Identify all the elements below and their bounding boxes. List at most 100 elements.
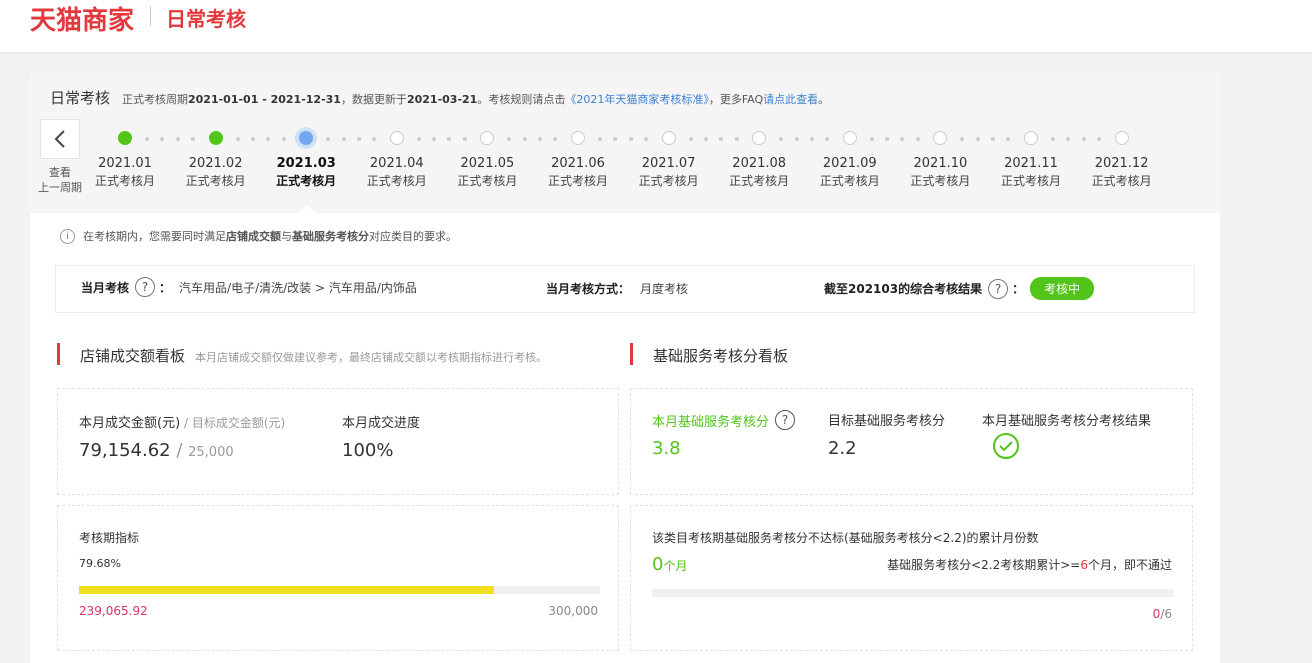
period-text: 。 [818, 93, 830, 106]
connector-dot [960, 137, 965, 141]
fail-months-fraction: 0/6 [1153, 607, 1172, 621]
month-label: 2021.11 [1004, 156, 1058, 171]
prev-period-button[interactable] [40, 119, 80, 159]
fail-months-count: 0个月 [652, 554, 687, 575]
connector-dot [885, 137, 890, 141]
section-accent [630, 343, 633, 365]
period-text: 正式考核周期 [122, 93, 188, 106]
summary-method-label: 当月考核方式： [546, 282, 631, 296]
month-label: 2021.03 [276, 156, 336, 171]
month-label: 2021.06 [551, 156, 605, 171]
month-amount-value: 79,154.62 [79, 440, 171, 461]
connector-dot [598, 137, 602, 141]
gmv-title: 店铺成交额看板 [80, 347, 186, 365]
connector-dot [538, 137, 543, 141]
period-range: 2021-01-01 - 2021-12-31 [188, 93, 341, 106]
fail-rule: 基础服务考核分<2.2考核期累计>=6个月，即不通过 [887, 556, 1172, 573]
summary-month-label: 当月考核 [81, 280, 130, 295]
connector-dot [703, 137, 708, 141]
summary-method-value: 月度考核 [640, 282, 689, 296]
period-text: 。考核规则请点击 [477, 93, 566, 106]
summary-method: 当月考核方式： 月度考核 [546, 280, 688, 297]
connector-dot [1081, 137, 1086, 141]
month-sublabel: 正式考核月 [457, 174, 518, 188]
page-title: 日常考核 [50, 89, 111, 107]
connector-dot [719, 137, 724, 141]
connector-dot [235, 137, 240, 141]
notice-bold: 基础服务考核分 [292, 230, 369, 243]
slash: / [180, 416, 192, 430]
month-label: 2021.12 [1094, 156, 1149, 171]
gmv-desc: 本月店铺成交额仅做建议参考，最终店铺成交额以考核期指标进行考核。 [195, 351, 548, 364]
notice-part: 对应类目的要求。 [369, 230, 457, 243]
month-label: 2021.01 [98, 156, 152, 171]
target-amount-value: 25,000 [188, 445, 234, 460]
month-sublabel: 正式考核月 [819, 174, 880, 188]
logo-divider [150, 6, 151, 26]
fail-rule-text: 个月，即不通过 [1087, 558, 1172, 572]
rule-link[interactable]: 《2021年天猫商家考核标准》 [565, 93, 709, 106]
prev-period-label[interactable]: 查看 上一周期 [34, 165, 86, 195]
month-status-dot [661, 131, 676, 145]
connector-dot [869, 137, 874, 141]
connector-dot [522, 137, 527, 141]
connector-dot [160, 137, 165, 141]
gmv-section-title: 店铺成交额看板 本月店铺成交额仅做建议参考，最终店铺成交额以考核期指标进行考核。 [80, 345, 547, 366]
month-2021-12[interactable]: 2021.12 正式考核月 [1087, 131, 1157, 189]
month-status-dot [752, 131, 767, 145]
period-indicator-label: 考核期指标 [79, 531, 140, 545]
month-status-dot [480, 131, 495, 145]
service-result-label: 本月基础服务考核分考核结果 [982, 414, 1152, 429]
fail-months-label: 该类目考核期基础服务考核分不达标(基础服务考核分<2.2)的累计月份数 [652, 531, 1039, 545]
help-icon[interactable]: ? [775, 410, 796, 430]
summary-result-label: 截至202103的综合考核结果 [824, 282, 983, 296]
month-sublabel: 正式考核月 [729, 174, 790, 188]
connector-dot [447, 137, 452, 141]
service-score-label: 本月基础服务考核分 ? [652, 410, 796, 430]
month-sublabel: 正式考核月 [276, 174, 337, 188]
service-section-title: 基础服务考核分看板 [653, 345, 788, 366]
colon: ： [1012, 282, 1025, 296]
connector-dot [779, 137, 784, 141]
connector-dot [507, 137, 512, 141]
prev-label-line: 上一周期 [38, 181, 82, 194]
month-label: 2021.10 [913, 156, 968, 171]
fail-rule-text: 基础服务考核分<2.2考核期累计>= [887, 558, 1081, 572]
gmv-period-panel: 考核期指标 79.68% 239,065.92 300,000 [57, 505, 619, 651]
help-icon[interactable]: ? [988, 278, 1009, 299]
period-percent: 79.68% [79, 557, 121, 570]
connector-dot [416, 137, 421, 141]
active-month-pointer [298, 205, 316, 213]
month-status-dot [208, 131, 223, 145]
service-month-panel: 本月基础服务考核分 ? 3.8 目标基础服务考核分 2.2 本月基础服务考核分考… [630, 388, 1193, 495]
month-sublabel: 正式考核月 [638, 174, 699, 188]
connector-dot [326, 137, 331, 141]
period-target: 300,000 [548, 604, 598, 618]
month-sublabel: 正式考核月 [366, 174, 427, 188]
month-label: 2021.05 [460, 156, 515, 171]
top-bar: 天猫商家 日常考核 [0, 0, 1312, 52]
month-status-dot [389, 131, 404, 145]
fail-months-unit: 个月 [663, 559, 688, 573]
help-icon[interactable]: ? [135, 277, 156, 297]
period-text: ，更多FAQ [708, 93, 764, 106]
connector-dot [341, 137, 346, 141]
faq-link[interactable]: 请点此查看 [763, 93, 818, 106]
brand-logo[interactable]: 天猫商家 [30, 0, 134, 37]
connector-dot [1051, 137, 1055, 141]
month-label: 2021.09 [822, 156, 877, 171]
connector-dot [900, 137, 905, 141]
month-sublabel: 正式考核月 [94, 174, 155, 188]
month-status-dot [571, 131, 585, 145]
month-sublabel: 正式考核月 [1000, 174, 1061, 188]
month-status-dot [1024, 131, 1038, 145]
month-status-dot [299, 131, 314, 145]
chevron-left-icon [54, 130, 65, 148]
period-progress-bar [79, 586, 600, 594]
connector-dot [975, 137, 980, 141]
service-target-value: 2.2 [828, 438, 857, 459]
month-progress-label: 本月成交进度 [342, 416, 421, 431]
service-score-label-text: 本月基础服务考核分 [652, 414, 770, 430]
monthly-summary: 当月考核 ? ： 汽车用品/电子/清洗/改装 > 汽车用品/内饰品 当月考核方式… [55, 265, 1195, 313]
connector-dot [145, 137, 149, 141]
